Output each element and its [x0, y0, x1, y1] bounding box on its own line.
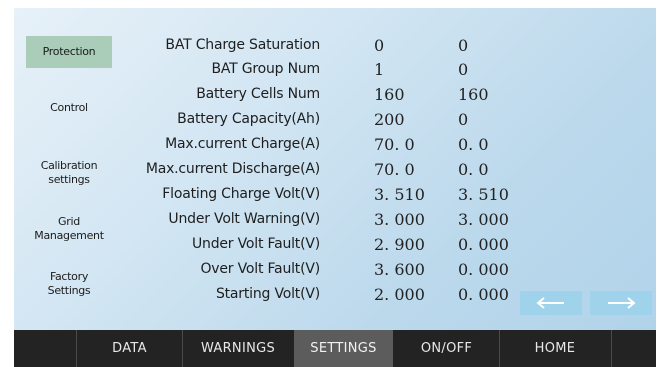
tab-on-off[interactable]: ON/OFF	[394, 330, 499, 367]
param-value-2[interactable]: 0	[458, 35, 468, 57]
sidebar-item-label: Protection	[42, 45, 96, 58]
sidebar-item-label: Grid Management	[34, 215, 104, 242]
param-value-1[interactable]: 2. 000	[374, 284, 425, 306]
param-row-under-volt-fault: Under Volt Fault(V) 2. 900 0. 000	[118, 233, 538, 255]
param-label: Max.current Discharge(A)	[145, 161, 320, 177]
parameter-table: BAT Charge Saturation 0 0 BAT Group Num …	[118, 8, 656, 330]
sidebar-item-label: Control	[50, 101, 88, 114]
param-label: Battery Capacity(Ah)	[177, 111, 320, 127]
next-page-button[interactable]	[590, 291, 652, 315]
tab-label: WARNINGS	[200, 341, 276, 356]
param-label: Over Volt Fault(V)	[200, 261, 320, 277]
arrow-right-icon	[608, 297, 636, 309]
param-value-2[interactable]: 3. 510	[458, 184, 509, 206]
param-value-1[interactable]: 200	[374, 109, 405, 131]
sidebar-item-control[interactable]: Control	[26, 92, 112, 124]
prev-page-button[interactable]	[520, 291, 582, 315]
param-value-2[interactable]: 0	[458, 59, 468, 81]
tab-data[interactable]: DATA	[77, 330, 182, 367]
param-row-battery-cells-num: Battery Cells Num 160 160	[118, 83, 538, 105]
tab-label: SETTINGS	[310, 341, 377, 356]
settings-screen: Protection Control Calibration settings …	[14, 8, 656, 330]
tab-label: DATA	[112, 341, 147, 356]
param-value-2[interactable]: 3. 000	[458, 209, 509, 231]
param-value-2[interactable]: 0. 0	[458, 134, 489, 156]
tab-label: HOME	[534, 341, 576, 356]
sidebar-item-grid-management[interactable]: Grid Management	[26, 210, 112, 248]
param-value-2[interactable]: 0. 000	[458, 234, 509, 256]
param-label: Max.current Charge(A)	[165, 136, 320, 152]
param-label: Battery Cells Num	[196, 86, 320, 102]
arrow-left-icon	[536, 297, 564, 309]
param-label: BAT Group Num	[211, 61, 320, 77]
bottom-tab-bar: DATA WARNINGS SETTINGS ON/OFF HOME	[14, 330, 656, 367]
param-row-max-current-discharge: Max.current Discharge(A) 70. 0 0. 0	[118, 158, 538, 180]
sidebar: Protection Control Calibration settings …	[14, 8, 118, 330]
param-value-2[interactable]: 0. 0	[458, 159, 489, 181]
sidebar-item-factory-settings[interactable]: Factory Settings	[26, 265, 112, 303]
sidebar-item-protection[interactable]: Protection	[26, 36, 112, 68]
param-row-bat-group-num: BAT Group Num 1 0	[118, 58, 538, 80]
param-value-1[interactable]: 2. 900	[374, 234, 425, 256]
param-label: Floating Charge Volt(V)	[162, 186, 320, 202]
tab-label: ON/OFF	[420, 341, 473, 356]
param-value-1[interactable]: 1	[374, 59, 384, 81]
param-value-2[interactable]: 0. 000	[458, 259, 509, 281]
param-label: Starting Volt(V)	[215, 286, 320, 302]
param-value-1[interactable]: 3. 510	[374, 184, 425, 206]
param-value-1[interactable]: 3. 000	[374, 209, 425, 231]
sidebar-item-label: Factory Settings	[47, 270, 91, 297]
sidebar-item-label: Calibration settings	[40, 159, 98, 186]
param-label: Under Volt Warning(V)	[168, 211, 320, 227]
param-value-1[interactable]: 160	[374, 84, 405, 106]
param-label: Under Volt Fault(V)	[191, 236, 320, 252]
param-row-starting-volt: Starting Volt(V) 2. 000 0. 000	[118, 283, 538, 305]
param-value-2[interactable]: 160	[458, 84, 489, 106]
param-value-2[interactable]: 0. 000	[458, 284, 509, 306]
param-row-bat-charge-saturation: BAT Charge Saturation 0 0	[118, 34, 538, 56]
tab-warnings[interactable]: WARNINGS	[183, 330, 293, 367]
tab-home[interactable]: HOME	[500, 330, 610, 367]
param-value-1[interactable]: 70. 0	[374, 159, 415, 181]
param-value-1[interactable]: 0	[374, 35, 384, 57]
param-row-over-volt-fault: Over Volt Fault(V) 3. 600 0. 000	[118, 258, 538, 280]
param-row-battery-capacity: Battery Capacity(Ah) 200 0	[118, 108, 538, 130]
param-row-under-volt-warning: Under Volt Warning(V) 3. 000 3. 000	[118, 208, 538, 230]
sidebar-item-calibration-settings[interactable]: Calibration settings	[26, 154, 112, 192]
param-label: BAT Charge Saturation	[165, 37, 320, 53]
param-value-2[interactable]: 0	[458, 109, 468, 131]
param-value-1[interactable]: 3. 600	[374, 259, 425, 281]
param-row-max-current-charge: Max.current Charge(A) 70. 0 0. 0	[118, 133, 538, 155]
tab-divider	[611, 330, 612, 367]
param-value-1[interactable]: 70. 0	[374, 134, 415, 156]
tab-settings[interactable]: SETTINGS	[294, 330, 393, 367]
param-row-floating-charge-volt: Floating Charge Volt(V) 3. 510 3. 510	[118, 183, 538, 205]
